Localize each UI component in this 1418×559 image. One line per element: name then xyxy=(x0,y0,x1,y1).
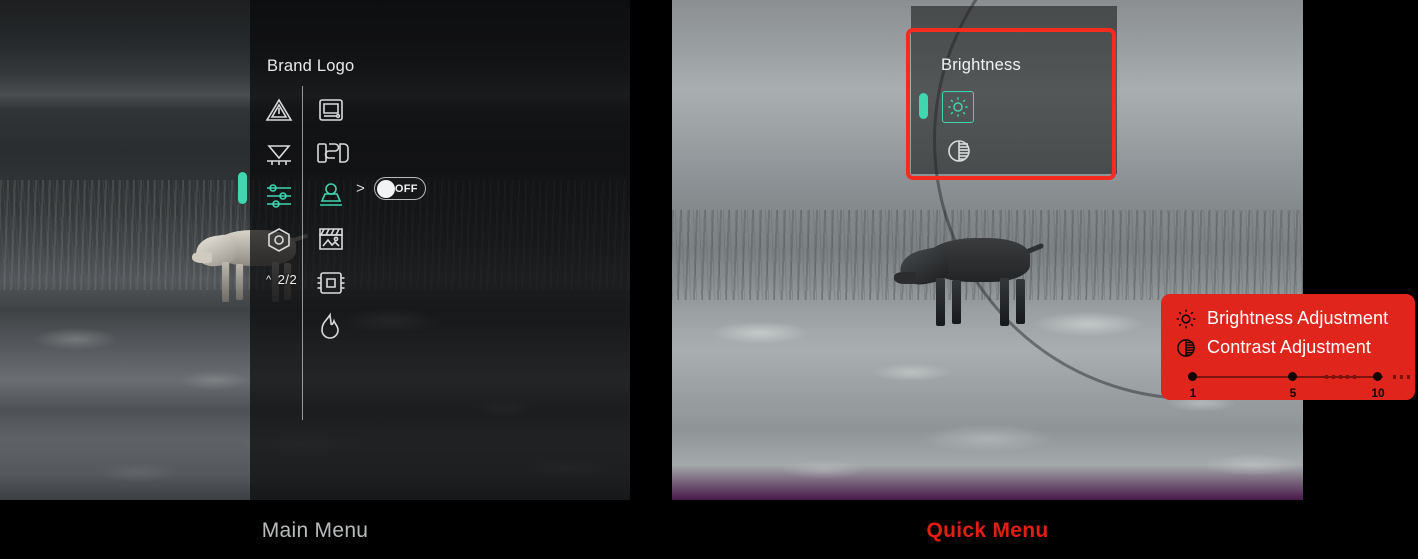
selection-indicator xyxy=(919,93,928,119)
flame-icon xyxy=(316,312,344,342)
boar-leg xyxy=(222,262,229,302)
chevron-right-icon: > xyxy=(356,180,365,197)
slider-dotted-segment xyxy=(1393,375,1411,379)
boar-snout xyxy=(192,252,212,263)
boar-subject xyxy=(894,232,1045,332)
adjustment-slider[interactable]: 1 5 10 xyxy=(1175,369,1411,403)
menu-item-osd[interactable] xyxy=(316,131,436,174)
menu-item-pip[interactable] xyxy=(316,261,436,305)
caption-quick-menu: Quick Menu xyxy=(926,519,1049,542)
calibration-icon xyxy=(264,139,294,167)
sun-brightness-icon xyxy=(1176,309,1196,328)
stamp-icon xyxy=(316,181,346,211)
contrast-icon xyxy=(948,140,970,162)
main-menu-panel: Brand Logo > OFF ^ 2/2 xyxy=(0,0,630,500)
watermark-toggle[interactable]: OFF xyxy=(373,177,426,200)
boar-leg xyxy=(236,264,243,300)
hexagon-aperture-icon xyxy=(264,225,294,255)
osd-icon xyxy=(316,140,350,166)
menu-right-column xyxy=(316,88,436,348)
quick-menu-title: Brightness xyxy=(941,56,1021,74)
contrast-icon xyxy=(1177,338,1195,357)
boar-snout xyxy=(894,272,916,284)
slider-tick-label: 5 xyxy=(1289,386,1297,400)
warning-triangle-icon xyxy=(264,96,294,124)
watermark-toggle-row[interactable]: > OFF xyxy=(356,177,426,200)
sliders-icon xyxy=(264,181,294,211)
pip-frame-icon xyxy=(316,269,346,297)
callout-item-brightness: Brightness Adjustment xyxy=(1175,304,1401,333)
menu-item-display[interactable] xyxy=(316,88,436,131)
chevron-up-icon: ^ xyxy=(266,273,272,286)
callout-card: Brightness Adjustment Contrast Adjustmen… xyxy=(1161,294,1415,400)
slider-tick[interactable] xyxy=(1373,372,1382,381)
callout-label: Brightness Adjustment xyxy=(1207,308,1389,328)
slider-tick[interactable] xyxy=(1188,372,1197,381)
quick-item-contrast[interactable] xyxy=(944,136,974,166)
caption-main-menu: Main Menu xyxy=(261,519,369,542)
screenshot-root: Brand Logo > OFF ^ 2/2 Brightness Bright… xyxy=(0,0,1418,559)
sun-brightness-icon xyxy=(948,97,968,117)
callout-item-contrast: Contrast Adjustment xyxy=(1175,333,1401,362)
slider-dotted-segment xyxy=(1325,375,1359,379)
toggle-knob xyxy=(376,179,395,198)
quick-item-brightness[interactable] xyxy=(942,91,974,123)
display-monitor-icon xyxy=(316,96,346,124)
toggle-label: OFF xyxy=(394,182,418,195)
slider-tick-label: 1 xyxy=(1189,386,1197,400)
page-indicator-label: 2/2 xyxy=(277,272,298,287)
slider-tick-label: 10 xyxy=(1371,386,1385,400)
brand-logo: Brand Logo xyxy=(267,57,355,75)
quick-menu-panel: Brightness xyxy=(672,0,1303,500)
selection-indicator xyxy=(238,172,247,204)
boar-leg xyxy=(936,278,945,326)
slider-tick[interactable] xyxy=(1288,372,1297,381)
quick-menu-overlay: Brightness xyxy=(911,6,1117,174)
page-indicator: ^ 2/2 xyxy=(266,272,297,287)
main-menu-overlay: Brand Logo > OFF ^ 2/2 xyxy=(238,0,630,500)
callout-label: Contrast Adjustment xyxy=(1207,337,1371,357)
boar-leg xyxy=(952,280,961,324)
menu-item-gallery[interactable] xyxy=(316,217,436,261)
menu-item-flame[interactable] xyxy=(316,305,436,348)
boar-leg xyxy=(1000,278,1009,326)
boar-leg xyxy=(1016,279,1025,324)
image-gallery-icon xyxy=(316,225,346,253)
